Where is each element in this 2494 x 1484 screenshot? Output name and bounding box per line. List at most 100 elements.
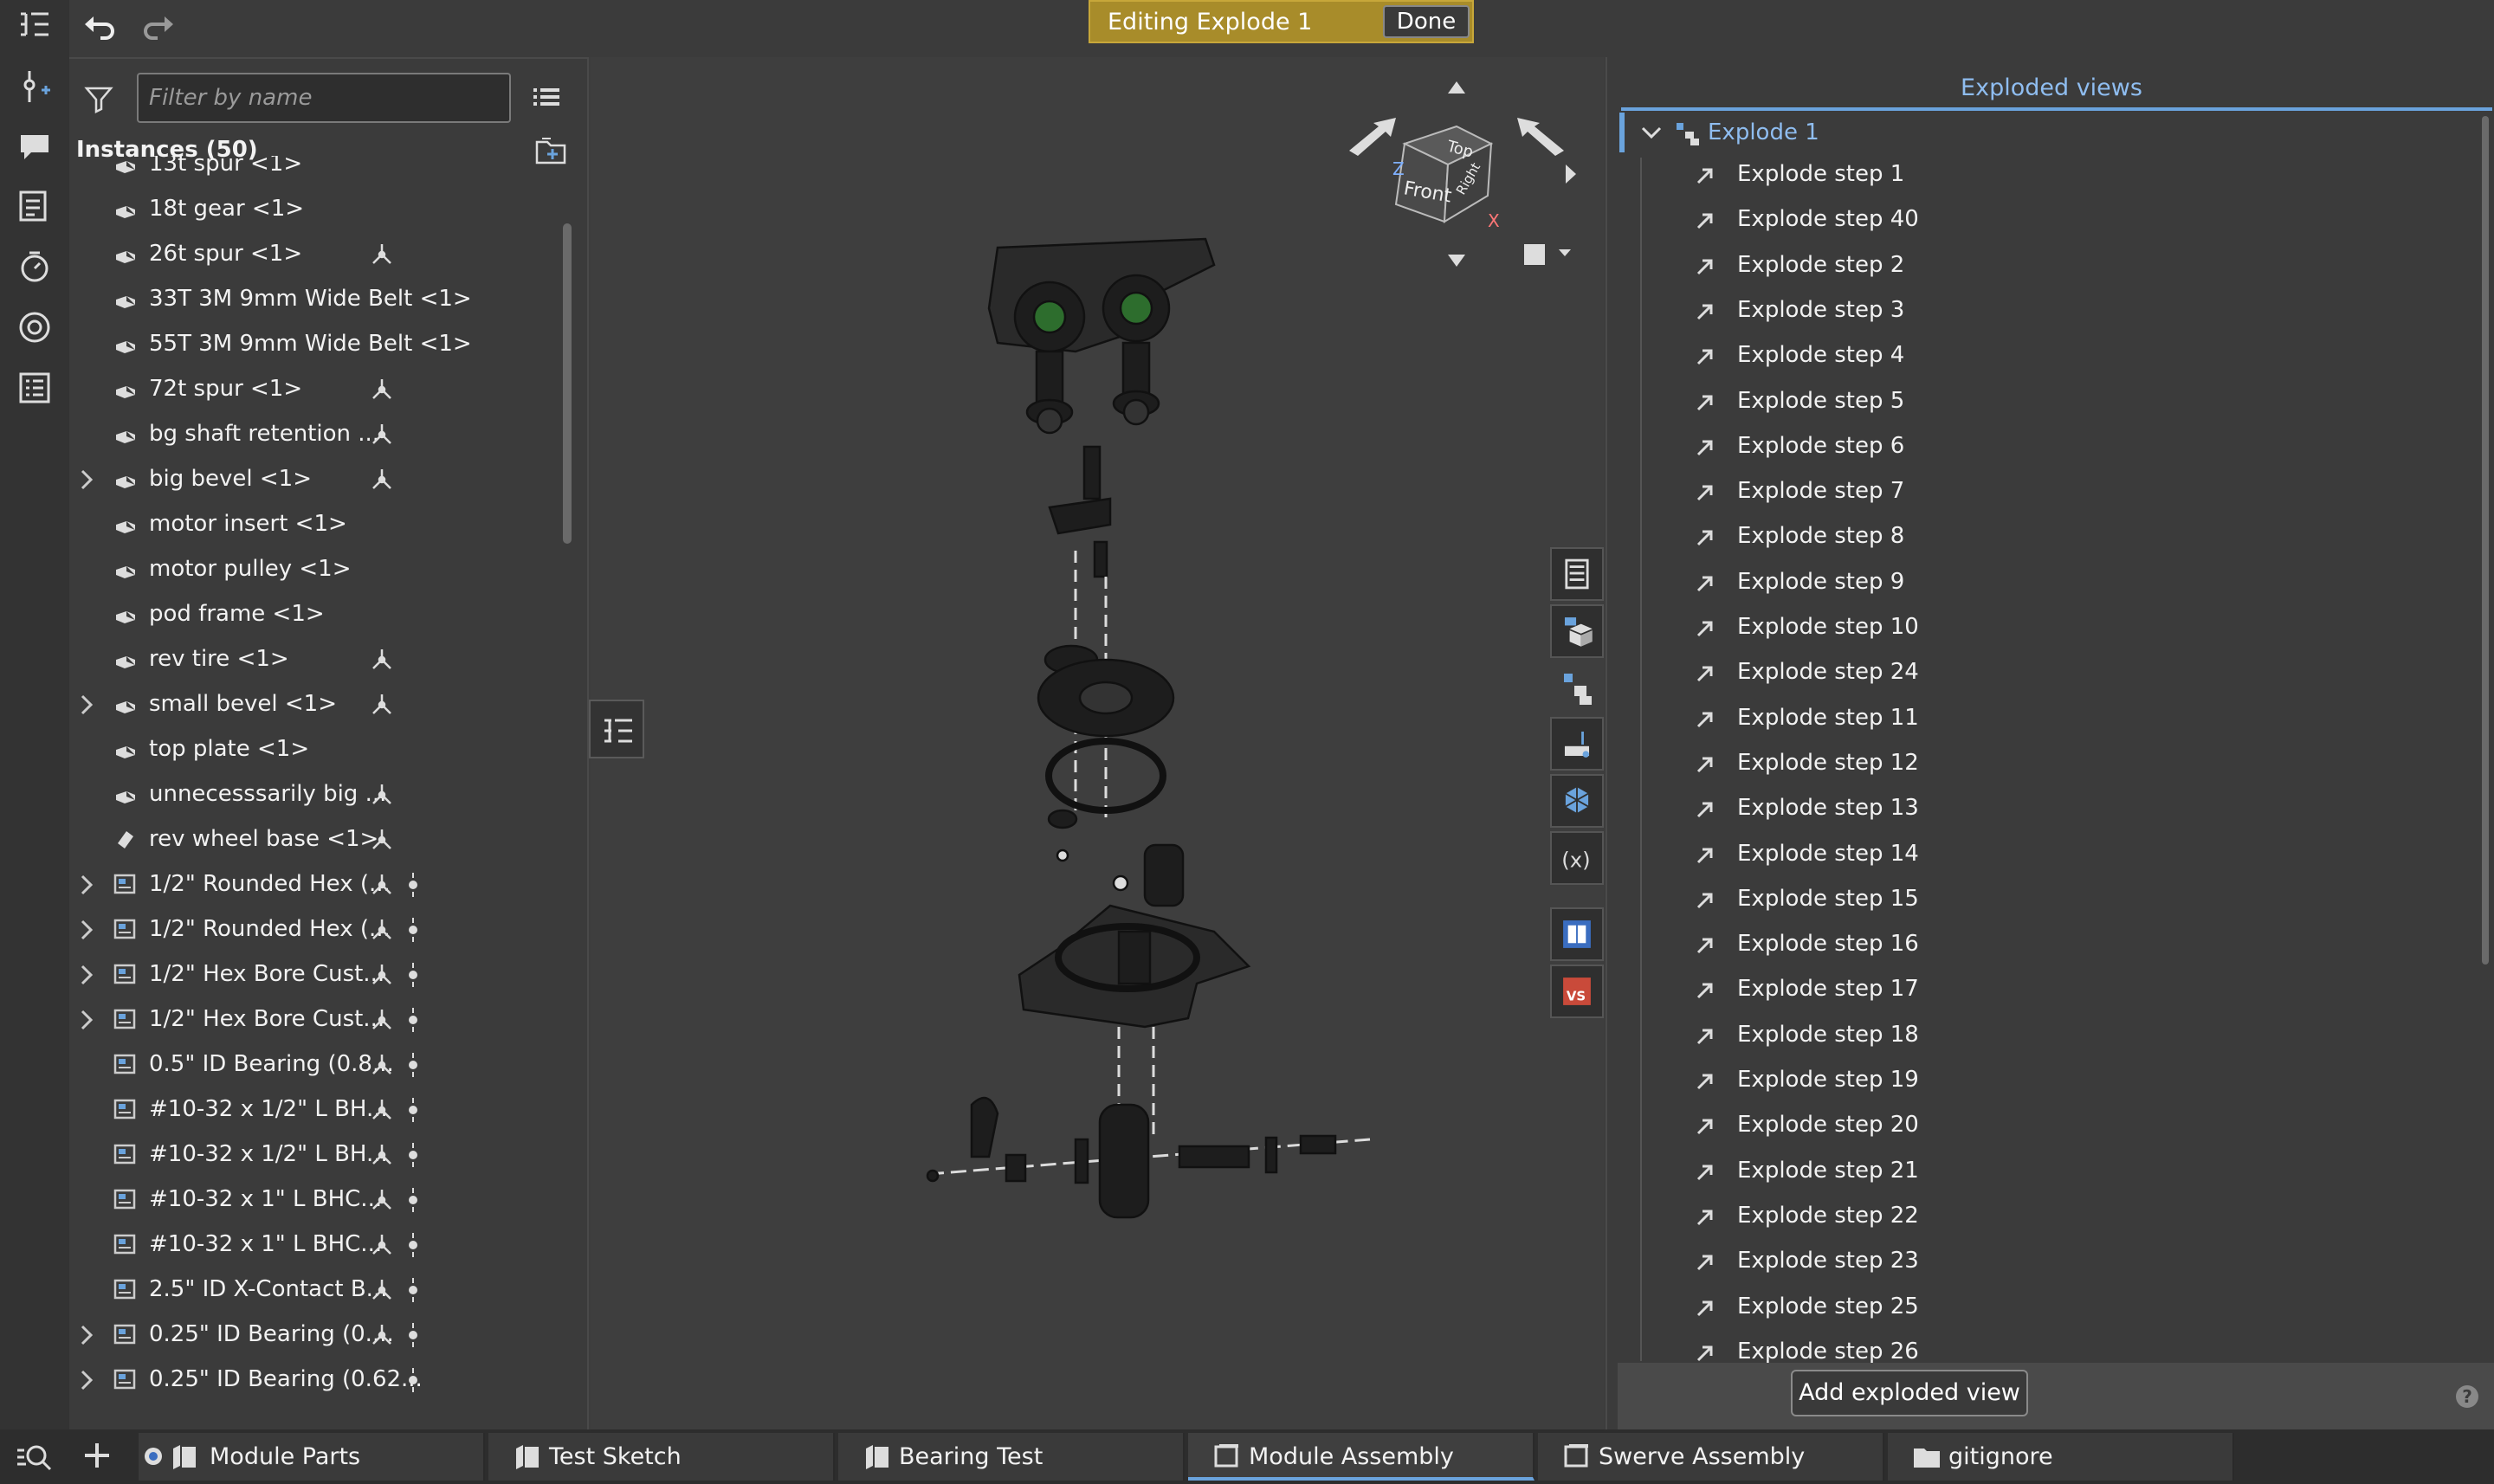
chevron-right-icon[interactable]	[76, 918, 97, 942]
document-tab[interactable]: Bearing Test	[838, 1433, 1185, 1481]
3d-viewport[interactable]: Top Front Right Z X (x) VS	[591, 57, 1604, 1429]
explode-step-row[interactable]: Explode step 8	[1694, 518, 2387, 563]
named-positions-icon[interactable]	[1550, 717, 1604, 771]
instance-row[interactable]: 18t gear <1>	[69, 187, 554, 232]
panel-toggle-button[interactable]	[589, 700, 644, 758]
mate-connector-icon[interactable]	[368, 646, 396, 674]
exploded-scrollbar[interactable]	[2482, 116, 2489, 965]
variables-icon[interactable]: (x)	[1550, 831, 1604, 885]
instance-row[interactable]: 1/2" Hex Bore Cust...	[69, 997, 554, 1042]
mate-connector-icon[interactable]	[368, 466, 396, 494]
explode-step-row[interactable]: Explode step 5	[1694, 383, 2387, 428]
mate-connector-icon[interactable]	[368, 916, 396, 944]
instance-row[interactable]: 0.5" ID Bearing (0.8...	[69, 1042, 554, 1087]
instance-row[interactable]: 33T 3M 9mm Wide Belt <1>	[69, 277, 554, 322]
explode-step-row[interactable]: Explode step 3	[1694, 292, 2387, 337]
instances-scrollbar[interactable]	[563, 223, 572, 544]
appearance-panel-icon[interactable]	[1550, 774, 1604, 828]
explode-step-row[interactable]: Explode step 11	[1694, 700, 2387, 745]
feature-list-icon[interactable]	[16, 7, 54, 45]
explode-step-row[interactable]: Explode step 7	[1694, 473, 2387, 518]
instance-row[interactable]: 0.25" ID Bearing (0.62...	[69, 1358, 554, 1403]
explode-tool-icon[interactable]	[1550, 661, 1604, 715]
instance-row[interactable]: pod frame <1>	[69, 592, 554, 637]
chevron-right-icon[interactable]	[76, 963, 97, 987]
instance-row[interactable]: 0.25" ID Bearing (0....	[69, 1313, 554, 1358]
explode-step-row[interactable]: Explode step 22	[1694, 1197, 2387, 1242]
instance-row[interactable]: big bevel <1>	[69, 457, 554, 502]
instance-row[interactable]: bg shaft retention ...	[69, 412, 554, 457]
mate-connector-icon[interactable]	[368, 826, 396, 854]
explode-step-row[interactable]: Explode step 12	[1694, 745, 2387, 790]
chevron-right-icon[interactable]	[76, 693, 97, 717]
explode-step-row[interactable]: Explode step 18	[1694, 1016, 2387, 1061]
redo-icon[interactable]	[139, 9, 178, 48]
list-view-icon[interactable]	[530, 83, 561, 114]
explode-step-row[interactable]: Explode step 25	[1694, 1288, 2387, 1333]
appearance-icon[interactable]	[16, 308, 54, 346]
instance-row[interactable]: 13t spur <1>	[69, 156, 554, 187]
instance-row[interactable]: top plate <1>	[69, 727, 554, 772]
version-compare-icon[interactable]: VS	[1550, 965, 1604, 1018]
document-tab[interactable]: Swerve Assembly	[1538, 1433, 1884, 1481]
instance-row[interactable]: 72t spur <1>	[69, 367, 554, 412]
filter-input[interactable]: Filter by name	[137, 73, 511, 123]
mate-connector-icon[interactable]	[368, 1141, 396, 1169]
view-options-cube-icon[interactable]	[1524, 244, 1545, 265]
checklist-icon[interactable]	[16, 369, 54, 407]
history-icon[interactable]	[16, 248, 54, 286]
explode-step-row[interactable]: Explode step 1	[1694, 156, 2387, 201]
explode-step-row[interactable]: Explode step 6	[1694, 428, 2387, 473]
instance-row[interactable]: #10-32 x 1/2" L BH...	[69, 1132, 554, 1178]
document-tab[interactable]: Module Parts	[139, 1433, 485, 1481]
instance-row[interactable]: #10-32 x 1" L BHC...	[69, 1223, 554, 1268]
instance-row[interactable]: 1/2" Hex Bore Cust...	[69, 952, 554, 997]
mate-connector-icon[interactable]	[368, 871, 396, 899]
undo-icon[interactable]	[80, 9, 120, 48]
instance-row[interactable]: #10-32 x 1" L BHC...	[69, 1178, 554, 1223]
instance-row[interactable]: motor pulley <1>	[69, 547, 554, 592]
explode-step-row[interactable]: Explode step 10	[1694, 609, 2387, 654]
instance-row[interactable]: unnecesssarily big ...	[69, 772, 554, 817]
mate-connector-icon[interactable]	[368, 961, 396, 989]
add-tab-icon[interactable]	[80, 1438, 114, 1473]
explode-step-row[interactable]: Explode step 20	[1694, 1107, 2387, 1152]
mate-connector-icon[interactable]	[368, 376, 396, 403]
instance-row[interactable]: 1/2" Rounded Hex (...	[69, 862, 554, 907]
view-cube[interactable]: Top Front Right Z X	[1335, 74, 1578, 274]
instance-row[interactable]: 1/2" Rounded Hex (...	[69, 907, 554, 952]
mate-connector-icon[interactable]	[368, 241, 396, 268]
explode-step-row[interactable]: Explode step 14	[1694, 836, 2387, 881]
explode-step-row[interactable]: Explode step 26	[1694, 1333, 2387, 1363]
help-icon[interactable]: ?	[2456, 1385, 2478, 1408]
instance-row[interactable]: small bevel <1>	[69, 682, 554, 727]
explode-step-row[interactable]: Explode step 13	[1694, 790, 2387, 835]
explode-step-row[interactable]: Explode step 4	[1694, 337, 2387, 382]
mate-connector-icon[interactable]	[368, 691, 396, 719]
instance-row[interactable]: motor insert <1>	[69, 502, 554, 547]
explode-step-row[interactable]: Explode step 40	[1694, 201, 2387, 246]
add-exploded-view-button[interactable]: Add exploded view	[1791, 1370, 2028, 1416]
instance-row[interactable]: 2.5" ID X-Contact B...	[69, 1268, 554, 1313]
chevron-right-icon[interactable]	[76, 1008, 97, 1032]
instance-row[interactable]: #10-32 x 1/2" L BH...	[69, 1087, 554, 1132]
explode-step-row[interactable]: Explode step 23	[1694, 1242, 2387, 1287]
explode-step-row[interactable]: Explode step 21	[1694, 1152, 2387, 1197]
explode-step-row[interactable]: Explode step 15	[1694, 881, 2387, 926]
chevron-down-icon[interactable]	[1640, 125, 1663, 142]
mate-connector-icon[interactable]	[368, 1321, 396, 1349]
mate-connector-icon[interactable]	[368, 1231, 396, 1259]
mate-connector-icon[interactable]	[368, 1096, 396, 1124]
chevron-right-icon[interactable]	[76, 468, 97, 492]
mate-connector-icon[interactable]	[368, 421, 396, 448]
chevron-right-icon[interactable]	[76, 1368, 97, 1392]
mate-connector-icon[interactable]	[368, 1006, 396, 1034]
explode-step-row[interactable]: Explode step 9	[1694, 564, 2387, 609]
instance-row[interactable]: 26t spur <1>	[69, 232, 554, 277]
parts-list-icon[interactable]	[1550, 547, 1604, 601]
chevron-right-icon[interactable]	[76, 1323, 97, 1347]
search-tools-icon[interactable]	[14, 1438, 54, 1476]
instance-row[interactable]: rev tire <1>	[69, 637, 554, 682]
chevron-right-icon[interactable]	[76, 873, 97, 897]
insert-mate-icon[interactable]	[16, 68, 54, 106]
